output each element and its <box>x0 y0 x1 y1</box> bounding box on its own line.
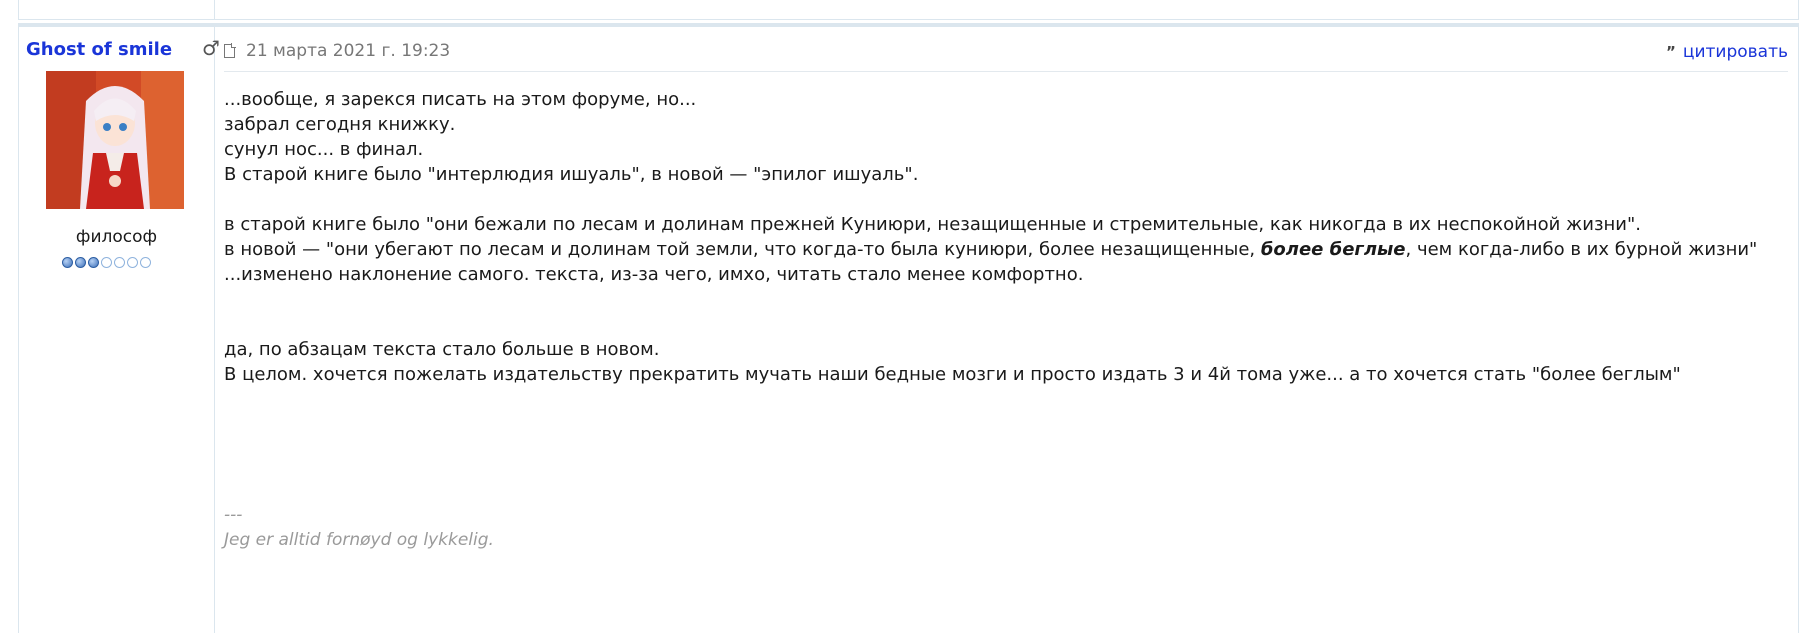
previous-post-bottom <box>18 0 1799 20</box>
post-body: ...вообще, я зарекся писать на этом фору… <box>224 87 1788 387</box>
avatar[interactable] <box>46 71 184 209</box>
quote-button[interactable]: ” цитировать <box>1666 42 1788 62</box>
signature-text: Jeg er alltid fornøyd og lykkelig. <box>224 530 494 550</box>
post-content-panel: 21 марта 2021 г. 19:23 ” цитировать ...во… <box>224 27 1788 633</box>
post-text-line: забрал сегодня книжку. <box>224 114 456 135</box>
rank-dot-empty <box>114 257 125 268</box>
post-text-line: ...изменено наклонение самого. текста, и… <box>224 264 1084 285</box>
male-icon: ♂ <box>202 36 220 60</box>
rank-dot-empty <box>127 257 138 268</box>
post-text-line: ...вообще, я зарекся писать на этом фору… <box>224 89 697 110</box>
forum-post: Ghost of smile ♂ философ 21 марта 2021 г… <box>18 23 1799 633</box>
column-divider <box>214 0 215 19</box>
post-text-fragment: , чем когда-либо в их бурной жизни" <box>1405 239 1758 260</box>
post-text-line: В целом. хочется пожелать издательству п… <box>224 364 1681 385</box>
post-text-line: да, по абзацам текста стало больше в нов… <box>224 339 660 360</box>
signature-divider: --- <box>224 505 243 525</box>
post-text-fragment: в новой — "они убегают по лесам и долина… <box>224 239 1261 260</box>
post-page-icon[interactable] <box>224 43 236 58</box>
post-text-line: сунул нос... в финал. <box>224 139 424 160</box>
post-text-line: В старой книге было "интерлюдия ишуаль",… <box>224 164 919 185</box>
quote-label: цитировать <box>1682 42 1788 62</box>
rank-dot-empty <box>101 257 112 268</box>
post-text-line: в новой — "они убегают по лесам и долина… <box>224 237 1788 262</box>
emphasized-text: более беглые <box>1260 239 1406 260</box>
author-name-link[interactable]: Ghost of smile <box>26 39 172 60</box>
rank-dot-filled <box>62 257 73 268</box>
rank-level-indicator <box>62 257 172 271</box>
rank-dot-filled <box>75 257 86 268</box>
author-rank: философ <box>75 227 158 247</box>
post-date: 21 марта 2021 г. 19:23 <box>246 41 451 61</box>
signature: --- Jeg er alltid fornøyd og lykkelig. <box>224 503 494 553</box>
quote-icon: ” <box>1666 43 1676 61</box>
post-header: 21 марта 2021 г. 19:23 ” цитировать <box>224 37 1788 72</box>
post-text-line: в старой книге было "они бежали по лесам… <box>224 214 1642 235</box>
rank-dot-empty <box>140 257 151 268</box>
author-panel: Ghost of smile ♂ философ <box>19 27 220 633</box>
rank-dot-filled <box>88 257 99 268</box>
